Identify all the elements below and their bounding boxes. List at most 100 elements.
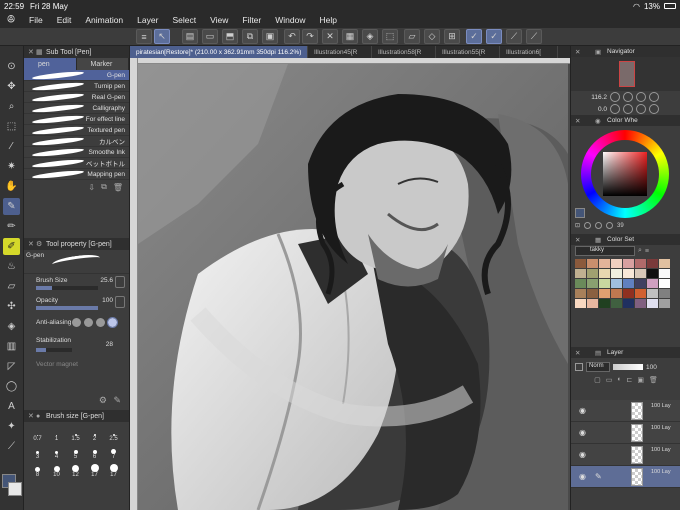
opacity-row[interactable]: Opacity 100 [24,294,129,314]
color-swatch[interactable] [659,259,670,268]
color-swatch[interactable] [635,259,646,268]
close-icon[interactable]: ✕ [575,117,580,125]
colorset-dropdown[interactable]: takky [575,246,635,256]
color-swatch[interactable] [611,279,622,288]
stabilization-row[interactable]: Stabilization 28 [24,334,129,358]
brush-item[interactable]: Real G-pen [24,92,129,103]
color-swatch[interactable] [635,289,646,298]
brush-size-option[interactable]: 1 [47,426,66,442]
menu-animation[interactable]: Animation [78,15,130,25]
brush-size-option[interactable]: 17 [85,462,104,478]
color-v-toggle[interactable] [606,222,614,229]
color-swatch[interactable] [647,259,658,268]
layer-lock-icon[interactable] [575,363,583,371]
move-icon[interactable]: ✥ [3,78,20,95]
hand-icon[interactable]: ✋ [3,178,20,195]
brush-size-option[interactable]: 12 [66,462,85,478]
color-swatch[interactable] [635,279,646,288]
pen-stroke-icon[interactable]: ✓ [466,29,482,44]
ref-icon[interactable]: ▣ [637,376,644,388]
brush-item[interactable]: Mapping pen [24,169,129,180]
color-swatch[interactable] [587,279,598,288]
color-swatch[interactable] [575,279,586,288]
brush-size-option[interactable]: 5 [66,444,85,460]
brush-size-option[interactable]: 7 [104,444,123,460]
color-swatch[interactable] [635,269,646,278]
sparkle-icon[interactable]: ✷ [3,158,20,175]
menu-view[interactable]: View [203,15,235,25]
save-icon[interactable]: ▭ [202,29,218,44]
color-swatch[interactable] [659,299,670,308]
undo-icon[interactable]: ↶ [284,29,300,44]
menu-select[interactable]: Select [165,15,203,25]
brush-size-option[interactable]: 4 [47,444,66,460]
brush-item[interactable]: ベットボトル [24,158,129,169]
close-icon[interactable]: ✕ [28,48,34,56]
brush-size-option[interactable]: 3 [28,444,47,460]
download-icon[interactable]: ⇩ [88,183,95,192]
color-swatch[interactable] [611,289,622,298]
blend-mode-dropdown[interactable]: Norm [586,362,610,372]
brush-size-row[interactable]: Brush Size 25.6 [24,274,129,294]
saturation-square[interactable] [603,152,647,196]
color-mode-icon[interactable]: ⊡ [575,222,580,229]
blend-icon[interactable]: ✣ [3,298,20,315]
color-swatch[interactable] [575,289,586,298]
color-swatch[interactable] [659,279,670,288]
brush-size-option[interactable]: 1.5 [66,426,85,442]
menu-help[interactable]: Help [312,15,343,25]
brush-size-option[interactable]: 10 [47,462,66,478]
brush-size-option[interactable]: 2 [85,426,104,442]
folder-icon[interactable]: ▭ [606,376,613,388]
color-swatch[interactable] [635,299,646,308]
clip-icon[interactable]: ⊏ [627,376,633,388]
color-swatch[interactable] [623,289,634,298]
brush-size-option[interactable]: 6 [85,444,104,460]
color-swatch[interactable] [587,259,598,268]
anti-aliasing-row[interactable]: Anti-aliasing [24,314,129,334]
delete-layer-icon[interactable]: 🗑 [649,376,658,388]
color-swatch[interactable] [647,289,658,298]
color-swatch[interactable] [623,269,634,278]
color-swatch[interactable] [659,289,670,298]
color-swatch[interactable] [623,279,634,288]
color-swatch[interactable] [647,279,658,288]
close-icon[interactable]: ✕ [575,349,580,357]
color-swatch[interactable] [599,269,610,278]
color-swatch[interactable] [659,269,670,278]
rotate-right-icon[interactable] [623,104,633,114]
layer-row[interactable]: ◉ 100 Lay [571,400,680,422]
app-logo-icon[interactable]: ꔮ [0,14,22,27]
doc-tab[interactable]: Illustration45[R [308,46,372,58]
trash-icon[interactable]: 🗑 [113,183,123,192]
menu-window[interactable]: Window [268,15,312,25]
color-swatch[interactable] [575,299,586,308]
eye-icon[interactable]: ◉ [579,428,586,437]
clear-icon[interactable]: ✕ [322,29,338,44]
color-swatch[interactable] [599,289,610,298]
layer-row[interactable]: ◉ 100 Lay [571,444,680,466]
pencil-icon[interactable]: ✏ [3,218,20,235]
zoom-actual-icon[interactable] [649,92,659,102]
pen-pressure-icon[interactable]: ✓ [486,29,502,44]
color-swatch[interactable] [647,299,658,308]
layer-opacity-slider[interactable] [613,364,643,370]
vector-magnet-row[interactable]: Vector magnet [24,358,129,378]
color-swatch[interactable] [587,289,598,298]
color-swatch[interactable] [647,269,658,278]
new-file-icon[interactable]: ▤ [182,29,198,44]
mirror-icon[interactable]: ⟋ [526,29,542,44]
zoom-fit-icon[interactable] [636,92,646,102]
correct-line-icon[interactable]: ⟋ [3,438,20,455]
aa-none[interactable] [72,318,81,327]
color-swatch[interactable] [611,299,622,308]
brush-item[interactable]: For effect line [24,114,129,125]
balloon-icon[interactable]: ✦ [3,418,20,435]
color-swatch[interactable] [623,259,634,268]
brush-item[interactable]: Textured pen [24,125,129,136]
color-swatch[interactable] [575,269,586,278]
color-swatch[interactable] [587,269,598,278]
paint-bucket-icon[interactable]: ◈ [362,29,378,44]
eyedropper-icon[interactable]: ⁄ [3,138,20,155]
ruler-snap-icon[interactable]: ▱ [404,29,420,44]
